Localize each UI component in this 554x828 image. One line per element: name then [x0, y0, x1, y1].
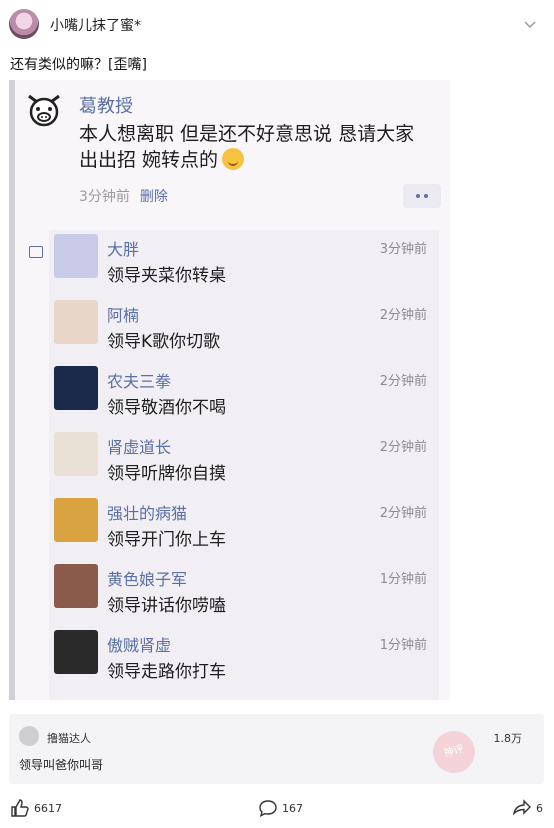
featured-stamp: 神评 [428, 726, 480, 778]
comment-row: 傲贼肾虚 1分钟前 领导走路你打车 [49, 626, 439, 692]
like-button[interactable]: 6617 [10, 796, 62, 820]
comment-row: 农夫三拳 2分钟前 领导敬酒你不喝 [49, 362, 439, 428]
moment-author[interactable]: 葛教授 [79, 92, 133, 118]
comment-text: 领导开门你上车 [107, 530, 226, 550]
comment-name[interactable]: 强壮的病猫 [107, 500, 187, 524]
username[interactable]: 小嘴儿抹了蜜* [50, 15, 141, 35]
action-bar: 6617 167 6 [0, 796, 554, 828]
comment-bubble-icon [259, 800, 277, 817]
pig-face-icon [28, 94, 60, 127]
moment-time: 3分钟前 [79, 189, 130, 205]
reply-like-count[interactable]: 1.8万 [494, 730, 523, 746]
comment-button[interactable]: 167 [258, 796, 303, 820]
comment-row: 强壮的病猫 2分钟前 领导开门你上车 [49, 494, 439, 560]
moment-body: 本人想离职 但是还不好意思说 恳请大家 出出招 婉转点的 [79, 121, 444, 173]
comment-row: 阿楠 2分钟前 领导K歌你切歌 [49, 296, 439, 362]
comment-name[interactable]: 傲贼肾虚 [107, 632, 171, 656]
like-count: 6617 [34, 801, 62, 815]
comment-time: 2分钟前 [379, 308, 427, 323]
comment-row: 肾虚道长 2分钟前 领导听牌你自摸 [49, 428, 439, 494]
comment-name[interactable]: 黄色娘子军 [107, 566, 187, 590]
comment-count: 167 [282, 801, 303, 815]
share-arrow-icon [512, 799, 531, 816]
share-button[interactable]: 6 [512, 796, 543, 820]
comment-avatar[interactable] [54, 432, 98, 476]
comment-avatar[interactable] [54, 564, 98, 608]
comment-avatar[interactable] [54, 498, 98, 542]
comment-time: 3分钟前 [379, 242, 427, 257]
comment-text: 领导K歌你切歌 [107, 332, 221, 352]
comment-avatar[interactable] [54, 630, 98, 674]
comment-time: 2分钟前 [379, 374, 427, 389]
comment-name[interactable]: 农夫三拳 [107, 368, 171, 392]
moment-meta: 3分钟前 删除 [79, 186, 168, 206]
reply-avatar[interactable] [19, 726, 39, 746]
comment-text: 领导听牌你自摸 [107, 464, 226, 484]
moment-body-line2: 出出招 婉转点的 [79, 149, 219, 171]
post-header: 小嘴儿抹了蜜* [0, 0, 554, 50]
comment-text: 领导夹菜你转桌 [107, 266, 226, 286]
delete-link[interactable]: 删除 [140, 189, 168, 205]
comment-name[interactable]: 阿楠 [107, 302, 139, 326]
moment-body-line1: 本人想离职 但是还不好意思说 恳请大家 [79, 123, 415, 145]
screenshot-left-bar [9, 80, 15, 700]
comment-icon [29, 246, 43, 258]
comment-avatar[interactable] [54, 366, 98, 410]
reply-text: 领导叫爸你叫哥 [19, 758, 104, 772]
comment-text: 领导讲话你唠嗑 [107, 596, 226, 616]
chevron-down-icon[interactable] [522, 16, 538, 32]
share-count: 6 [536, 801, 543, 815]
thumbs-up-icon [11, 799, 29, 817]
post-text: 还有类似的嘛？[歪嘴] [10, 57, 147, 73]
comment-avatar[interactable] [54, 234, 98, 278]
comment-time: 1分钟前 [379, 572, 427, 587]
comment-time: 1分钟前 [379, 638, 427, 653]
user-avatar[interactable] [9, 9, 39, 39]
comment-time: 2分钟前 [379, 506, 427, 521]
top-reply-card[interactable]: 撸猫达人 1.8万 领导叫爸你叫哥 神评 [9, 714, 544, 784]
comment-text: 领导走路你打车 [107, 662, 226, 682]
embedded-screenshot: 葛教授 本人想离职 但是还不好意思说 恳请大家 出出招 婉转点的 3分钟前 删除 … [9, 80, 450, 700]
comment-row: 大胖 3分钟前 领导夹菜你转桌 [49, 230, 439, 296]
moment-body-line2-wrap: 出出招 婉转点的 [79, 147, 444, 173]
comment-time: 2分钟前 [379, 440, 427, 455]
reply-username[interactable]: 撸猫达人 [47, 730, 91, 746]
comment-row: 黄色娘子军 1分钟前 领导讲话你唠嗑 [49, 560, 439, 626]
comment-avatar[interactable] [54, 300, 98, 344]
more-options-button[interactable] [403, 184, 441, 208]
comment-name[interactable]: 大胖 [107, 236, 139, 260]
comment-name[interactable]: 肾虚道长 [107, 434, 171, 458]
comment-text: 领导敬酒你不喝 [107, 398, 226, 418]
grin-emoji-icon [222, 148, 245, 170]
